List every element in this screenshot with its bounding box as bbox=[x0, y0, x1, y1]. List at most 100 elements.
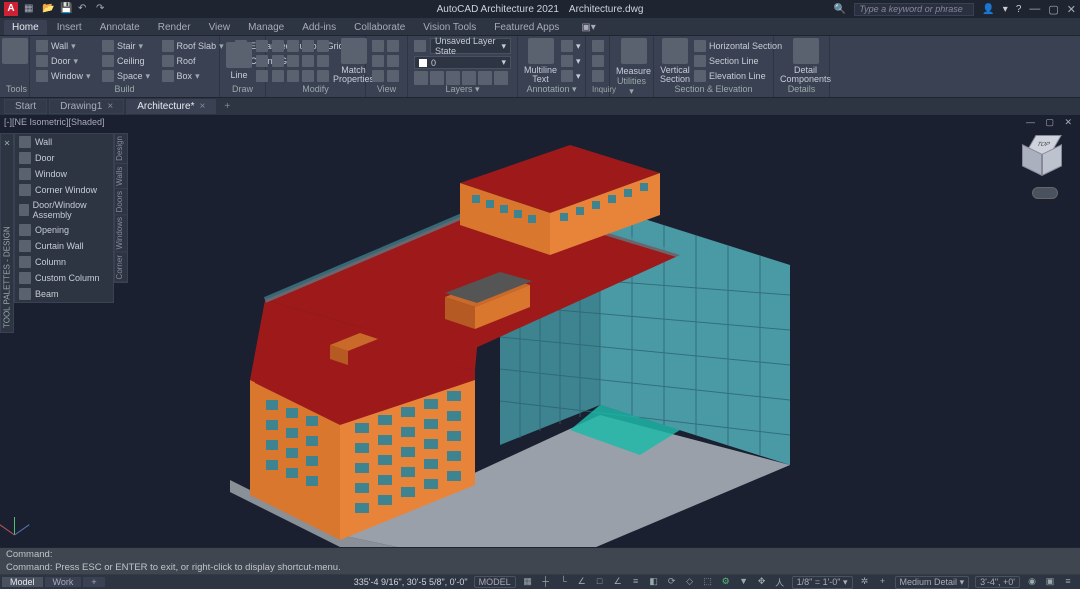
ribbon-tab-visiontools[interactable]: Vision Tools bbox=[415, 20, 484, 35]
palette-item[interactable]: Door/Window Assembly bbox=[15, 198, 113, 222]
ortho-toggle-icon[interactable]: └ bbox=[558, 576, 570, 588]
multiline-text-button[interactable]: Multiline Text bbox=[524, 38, 557, 84]
detail-components-button[interactable]: Detail Components bbox=[780, 38, 831, 84]
leader-icon[interactable] bbox=[561, 55, 573, 67]
layout-tab-add[interactable]: + bbox=[83, 577, 104, 587]
inquiry-3-icon[interactable] bbox=[592, 70, 604, 82]
palette-item[interactable]: Door bbox=[15, 150, 113, 166]
sectionline-button[interactable]: Section Line bbox=[694, 54, 782, 68]
3dosnap-toggle-icon[interactable]: ◇ bbox=[684, 576, 696, 588]
ribbon-tab-home[interactable]: Home bbox=[4, 20, 47, 35]
palette-tab[interactable]: Corner bbox=[115, 253, 127, 282]
ribbon-tab-view[interactable]: View bbox=[201, 20, 239, 35]
modify-row1[interactable] bbox=[272, 39, 329, 53]
viewport[interactable]: [-][NE Isometric][Shaded] — ▢ ✕ TOOL PAL… bbox=[0, 115, 1080, 547]
palette-item[interactable]: Column bbox=[15, 254, 113, 270]
new-icon[interactable]: ▦ bbox=[24, 3, 36, 15]
ribbon-tab-expand[interactable]: ▣▾ bbox=[573, 20, 603, 35]
open-icon[interactable]: 📂 bbox=[42, 3, 54, 15]
isolate-icon[interactable]: ◉ bbox=[1026, 576, 1038, 588]
minimize-button[interactable]: — bbox=[1029, 3, 1040, 16]
tools-button[interactable] bbox=[6, 38, 23, 64]
view-ico-1[interactable] bbox=[372, 40, 384, 52]
customize-icon[interactable]: ≡ bbox=[1062, 576, 1074, 588]
tool-palette-spine[interactable]: TOOL PALETTES - DESIGN✕ bbox=[0, 133, 14, 333]
palette-item[interactable]: Corner Window bbox=[15, 182, 113, 198]
wall-button[interactable]: Wall▾ bbox=[36, 39, 98, 53]
space-button[interactable]: Space▾ bbox=[102, 69, 158, 83]
layer-state-combo[interactable]: Unsaved Layer State▾ bbox=[430, 38, 511, 54]
palette-tab[interactable]: Windows bbox=[115, 215, 127, 252]
app-logo[interactable]: A bbox=[4, 2, 18, 16]
ribbon-tab-annotate[interactable]: Annotate bbox=[92, 20, 148, 35]
hardware-accel-icon[interactable]: ⚙ bbox=[720, 576, 732, 588]
scale-combo[interactable]: 1/8" = 1'-0" ▾ bbox=[792, 576, 853, 589]
view-ico-4[interactable] bbox=[387, 55, 399, 67]
maximize-button[interactable]: ▢ bbox=[1048, 3, 1058, 16]
elevline-button[interactable]: Elevation Line bbox=[694, 69, 782, 83]
model-space-button[interactable]: MODEL bbox=[474, 576, 516, 588]
undo-icon[interactable]: ↶ bbox=[78, 3, 90, 15]
new-tab-button[interactable]: + bbox=[218, 101, 236, 112]
layout-tab-work[interactable]: Work bbox=[45, 577, 82, 587]
file-tab-drawing1[interactable]: Drawing1× bbox=[49, 99, 124, 114]
table-icon[interactable] bbox=[561, 70, 573, 82]
vertical-section-button[interactable]: Vertical Section bbox=[660, 38, 690, 84]
palette-tab[interactable]: Design bbox=[115, 134, 127, 164]
file-tab-start[interactable]: Start bbox=[4, 99, 47, 114]
layout-tab-model[interactable]: Model bbox=[2, 577, 43, 587]
ribbon-tab-addins[interactable]: Add-ins bbox=[294, 20, 344, 35]
palette-item[interactable]: Opening bbox=[15, 222, 113, 238]
palette-tab[interactable]: Doors bbox=[115, 189, 127, 215]
layer-icons[interactable] bbox=[414, 71, 511, 85]
lineweight-toggle-icon[interactable]: ≡ bbox=[630, 576, 642, 588]
view-ico-5[interactable] bbox=[372, 70, 384, 82]
door-button[interactable]: Door▾ bbox=[36, 54, 98, 68]
plus-icon[interactable]: + bbox=[877, 576, 889, 588]
filter-icon[interactable]: ▼ bbox=[738, 576, 750, 588]
annotation-scale-icon[interactable]: 人 bbox=[774, 576, 786, 588]
palette-item[interactable]: Window bbox=[15, 166, 113, 182]
gear-icon[interactable]: ✲ bbox=[859, 576, 871, 588]
modify-row2[interactable] bbox=[272, 54, 329, 68]
transparency-toggle-icon[interactable]: ◧ bbox=[648, 576, 660, 588]
line-button[interactable]: Line bbox=[226, 42, 252, 80]
ribbon-tab-collaborate[interactable]: Collaborate bbox=[346, 20, 413, 35]
view-ico-6[interactable] bbox=[387, 70, 399, 82]
help-icon[interactable]: ? bbox=[1016, 4, 1022, 15]
palette-item[interactable]: Wall bbox=[15, 134, 113, 150]
stair-button[interactable]: Stair▾ bbox=[102, 39, 158, 53]
layer-props-icon[interactable] bbox=[414, 40, 426, 52]
ribbon-tab-manage[interactable]: Manage bbox=[240, 20, 292, 35]
view-ico-2[interactable] bbox=[387, 40, 399, 52]
ceiling-button[interactable]: Ceiling bbox=[102, 54, 158, 68]
file-tab-architecture[interactable]: Architecture*× bbox=[126, 99, 216, 114]
palette-item[interactable]: Beam bbox=[15, 286, 113, 302]
nav-wheel[interactable] bbox=[1032, 187, 1058, 199]
redo-icon[interactable]: ↷ bbox=[96, 3, 108, 15]
dynucs-toggle-icon[interactable]: ⬚ bbox=[702, 576, 714, 588]
elevation-readout[interactable]: 3'-4", +0' bbox=[975, 576, 1020, 588]
cycling-toggle-icon[interactable]: ⟳ bbox=[666, 576, 678, 588]
otrack-toggle-icon[interactable]: ∠ bbox=[612, 576, 624, 588]
app-menu-icon[interactable]: ▾ bbox=[1003, 4, 1008, 15]
polar-toggle-icon[interactable]: ∠ bbox=[576, 576, 588, 588]
ribbon-tab-featuredapps[interactable]: Featured Apps bbox=[486, 20, 567, 35]
save-icon[interactable]: 💾 bbox=[60, 3, 72, 15]
viewport-controls[interactable]: — ▢ ✕ bbox=[1026, 117, 1076, 128]
viewport-label[interactable]: [-][NE Isometric][Shaded] bbox=[4, 117, 105, 127]
layer-combo[interactable]: 0▾ bbox=[414, 56, 511, 69]
ribbon-tab-insert[interactable]: Insert bbox=[49, 20, 90, 35]
snap-toggle-icon[interactable]: ┼ bbox=[540, 576, 552, 588]
hsection-button[interactable]: Horizontal Section bbox=[694, 39, 782, 53]
measure-button[interactable]: Measure bbox=[616, 38, 651, 76]
close-icon[interactable]: × bbox=[107, 101, 113, 112]
modify-row3[interactable] bbox=[272, 69, 329, 83]
detail-level-combo[interactable]: Medium Detail ▾ bbox=[895, 576, 970, 589]
gizmo-icon[interactable]: ✥ bbox=[756, 576, 768, 588]
palette-item[interactable]: Curtain Wall bbox=[15, 238, 113, 254]
ribbon-tab-render[interactable]: Render bbox=[150, 20, 199, 35]
palette-tab[interactable]: Walls bbox=[115, 164, 127, 189]
signin-icon[interactable]: 👤 bbox=[982, 4, 994, 15]
close-icon[interactable]: × bbox=[199, 101, 205, 112]
